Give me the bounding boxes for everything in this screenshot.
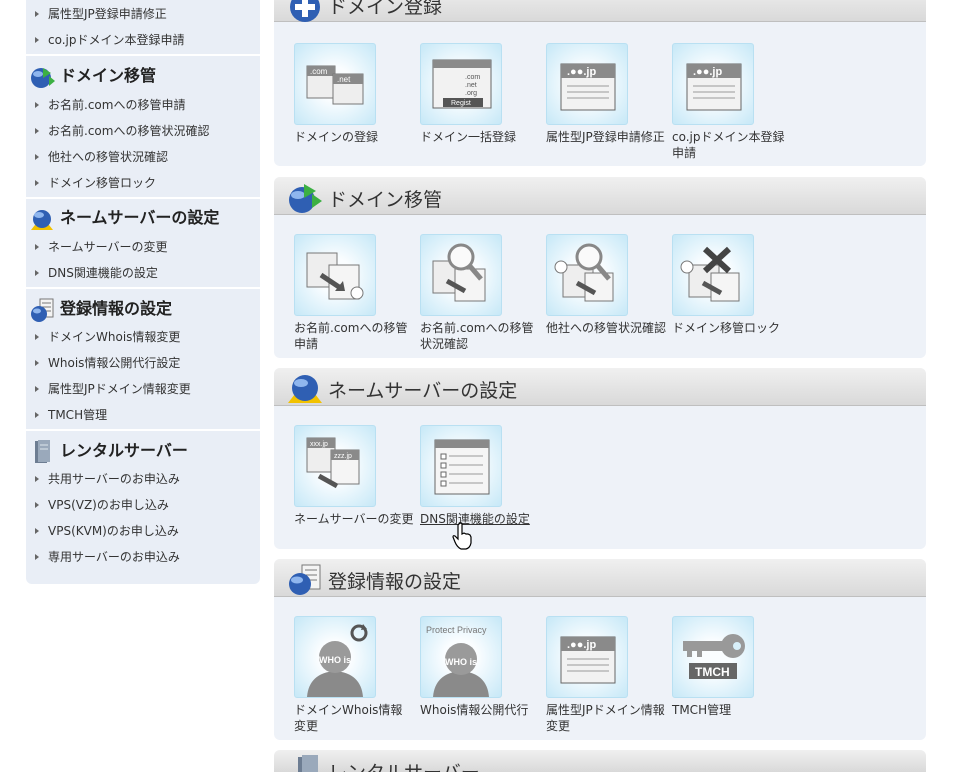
globe-nameserver-icon	[288, 375, 322, 403]
section-header: レンタルサーバー	[274, 750, 926, 772]
globe-arrows-icon	[31, 68, 55, 88]
bullet-triangle-icon	[35, 411, 39, 418]
svg-text:.com: .com	[465, 74, 480, 81]
globe-arrows-icon	[289, 184, 322, 213]
divider	[26, 54, 260, 56]
section-header: ネームサーバーの設定	[274, 368, 926, 406]
bullet-triangle-icon	[35, 269, 39, 276]
bullet-triangle-icon	[35, 333, 39, 340]
divider	[26, 429, 260, 431]
sidebar-item-transfer-out-status[interactable]: 他社への移管状況確認	[26, 145, 260, 169]
svg-text:Regist: Regist	[451, 100, 471, 107]
bullet-triangle-icon	[35, 359, 39, 366]
sidebar-heading-rental-server: レンタルサーバー	[26, 435, 260, 467]
transfer-out-status-icon	[554, 243, 614, 302]
svg-text:.●●.jp: .●●.jp	[567, 66, 596, 78]
dns-settings-icon	[434, 439, 490, 495]
bullet-triangle-icon	[35, 179, 39, 186]
svg-text:.●●.jp: .●●.jp	[693, 66, 722, 78]
globe-document-icon	[31, 298, 54, 322]
svg-text:WHO is: WHO is	[445, 657, 477, 667]
sidebar-item-jp-registration-fix[interactable]: 属性型JP登録申請修正	[26, 2, 260, 26]
sidebar-item-whois-privacy[interactable]: Whois情報公開代行設定	[26, 351, 260, 375]
sidebar-item-vps-kvm[interactable]: VPS(KVM)のお申し込み	[26, 519, 260, 543]
section-title: レンタルサーバー	[328, 758, 480, 772]
bullet-triangle-icon	[35, 501, 39, 508]
sidebar: 属性型JP登録申請修正 co.jpドメイン本登録申請 ドメイン移管 お名前.co…	[26, 0, 260, 584]
section-title: ドメイン移管	[328, 189, 443, 211]
nameserver-change-icon: xxx.jp zzz.jp	[306, 437, 360, 489]
divider	[26, 197, 260, 199]
section-domain-registration: ドメイン登録 .com .net ドメインの登録 .com .net .org …	[274, 0, 926, 166]
sidebar-item-nameserver-change[interactable]: ネームサーバーの変更	[26, 235, 260, 259]
svg-text:WHO is: WHO is	[319, 655, 351, 665]
sidebar-item-vps-vz[interactable]: VPS(VZ)のお申し込み	[26, 493, 260, 517]
svg-text:Protect Privacy: Protect Privacy	[426, 625, 487, 635]
bullet-triangle-icon	[35, 10, 39, 17]
sidebar-heading-domain-transfer: ドメイン移管	[26, 60, 260, 92]
sidebar-item-transfer-status[interactable]: お名前.comへの移管状況確認	[26, 119, 260, 143]
svg-text:.com: .com	[310, 67, 328, 76]
section-registration-info: 登録情報の設定 WHO is ドメインWhois情報変更 Protect Pri…	[274, 559, 926, 740]
jp-document-icon: .●●.jp	[560, 63, 616, 111]
bulk-register-icon: .com .net .org Regist	[432, 59, 492, 109]
bullet-triangle-icon	[35, 36, 39, 43]
section-title: ネームサーバーの設定	[328, 380, 518, 402]
section-header: ドメイン移管	[274, 177, 926, 215]
svg-text:.net: .net	[465, 82, 477, 89]
plus-globe-icon	[290, 0, 320, 22]
sidebar-item-shared-server[interactable]: 共用サーバーのお申込み	[26, 467, 260, 491]
bullet-triangle-icon	[35, 101, 39, 108]
sidebar-item-transfer-lock[interactable]: ドメイン移管ロック	[26, 171, 260, 195]
bullet-triangle-icon	[35, 243, 39, 250]
jp-info-change-icon: .●●.jp	[560, 636, 616, 684]
bullet-triangle-icon	[35, 475, 39, 482]
section-rental-server: レンタルサーバー	[274, 750, 926, 772]
sidebar-item-tmch[interactable]: TMCH管理	[26, 403, 260, 427]
divider	[26, 287, 260, 289]
svg-text:xxx.jp: xxx.jp	[310, 441, 328, 448]
sidebar-item-cojp-registration[interactable]: co.jpドメイン本登録申請	[26, 28, 260, 52]
svg-text:.org: .org	[465, 90, 477, 97]
section-domain-transfer: ドメイン移管 お名前.comへの移管申請 お名前.comへの移管状況確認 他社へ…	[274, 177, 926, 358]
bullet-triangle-icon	[35, 527, 39, 534]
svg-text:.●●.jp: .●●.jp	[567, 639, 596, 651]
hand-cursor-icon	[452, 522, 472, 550]
sidebar-heading-registration-info: 登録情報の設定	[26, 293, 260, 325]
server-icon	[298, 755, 318, 772]
bullet-triangle-icon	[35, 385, 39, 392]
section-title: ドメイン登録	[328, 0, 443, 18]
domain-register-icon: .com .net	[306, 65, 364, 105]
transfer-status-icon	[432, 243, 486, 302]
sidebar-item-transfer-in[interactable]: お名前.comへの移管申請	[26, 93, 260, 117]
server-icon	[35, 440, 50, 463]
cojp-document-icon: .●●.jp	[686, 63, 742, 111]
sidebar-item-dns-settings[interactable]: DNS関連機能の設定	[26, 261, 260, 285]
globe-document-icon	[289, 564, 321, 595]
svg-text:TMCH: TMCH	[695, 665, 730, 679]
bullet-triangle-icon	[35, 553, 39, 560]
sidebar-item-jp-info-change[interactable]: 属性型JPドメイン情報変更	[26, 377, 260, 401]
whois-privacy-icon: Protect Privacy WHO is	[426, 625, 489, 697]
svg-text:zzz.jp: zzz.jp	[334, 453, 352, 460]
transfer-lock-icon	[680, 246, 740, 302]
svg-text:.net: .net	[337, 75, 351, 84]
section-header: 登録情報の設定	[274, 559, 926, 597]
section-nameserver: ネームサーバーの設定 xxx.jp zzz.jp ネームサーバーの変更 DNS関…	[274, 368, 926, 549]
sidebar-item-dedicated-server[interactable]: 専用サーバーのお申込み	[26, 545, 260, 569]
transfer-in-icon	[306, 252, 364, 300]
bullet-triangle-icon	[35, 153, 39, 160]
bullet-triangle-icon	[35, 127, 39, 134]
sidebar-item-whois-change[interactable]: ドメインWhois情報変更	[26, 325, 260, 349]
globe-nameserver-icon	[31, 210, 53, 230]
tmch-key-icon: TMCH	[683, 634, 745, 679]
section-header: ドメイン登録	[274, 0, 926, 22]
section-title: 登録情報の設定	[328, 571, 462, 593]
sidebar-heading-nameserver: ネームサーバーの設定	[26, 202, 260, 234]
whois-change-icon: WHO is	[307, 624, 368, 697]
